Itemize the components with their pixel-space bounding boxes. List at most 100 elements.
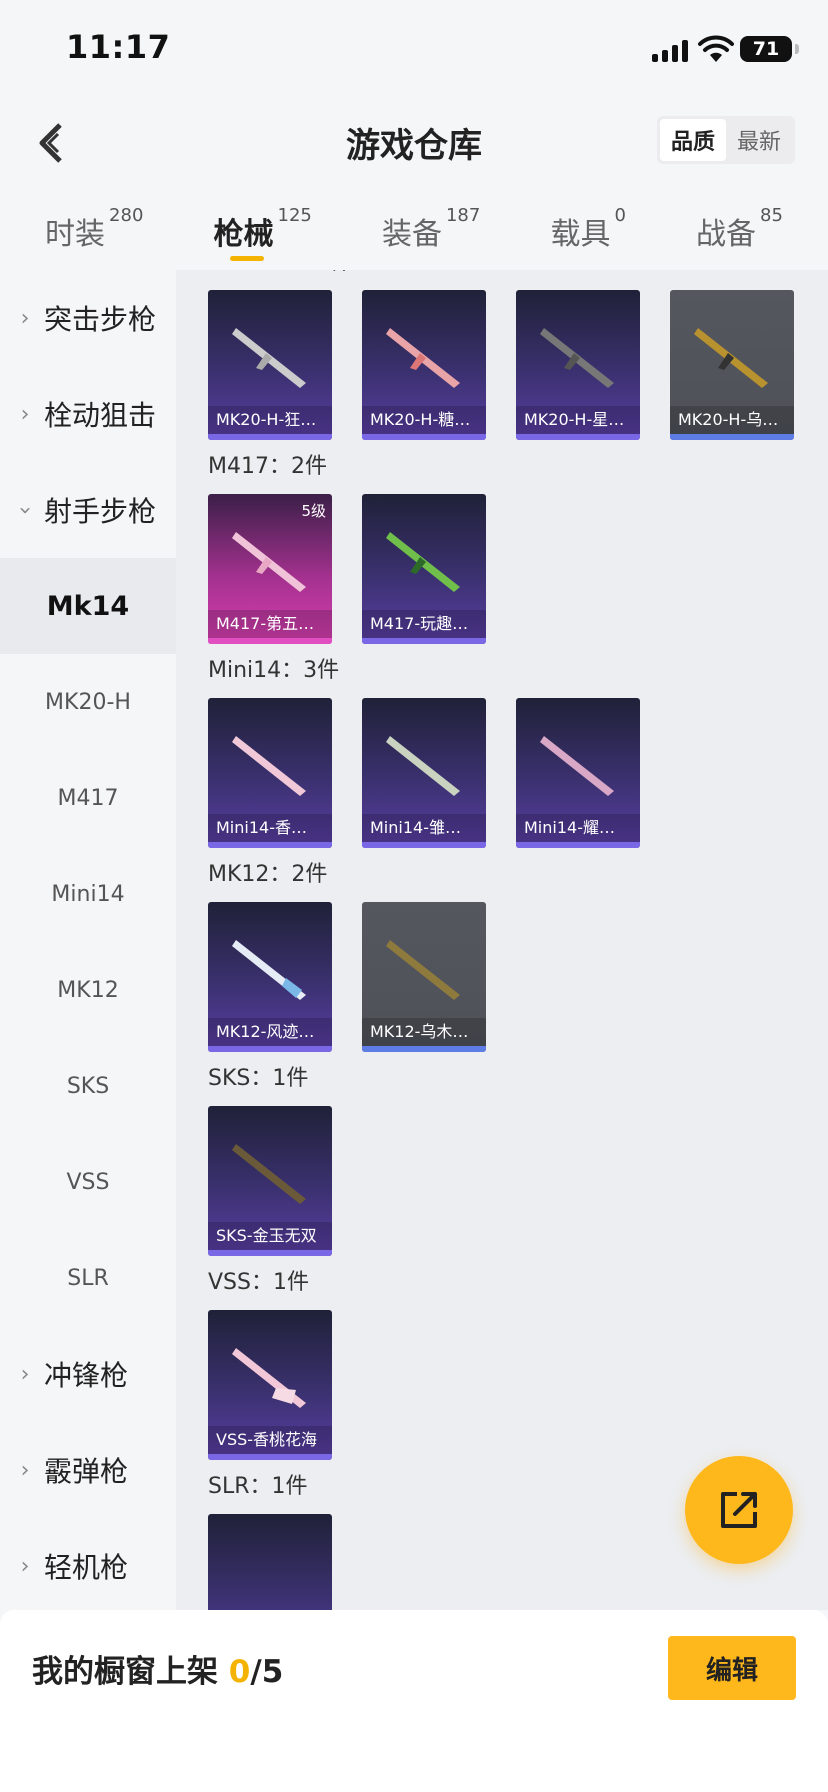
chevron-right-icon: › [20,1361,30,1387]
item-name: SKS-金玉无双 [208,1222,332,1250]
item-row: MK20-H-狂… MK20-H-糖… MK20-H-星… MK20-H-乌… [176,290,828,440]
item-card[interactable]: MK12-风迹… [208,902,332,1052]
sidebar-subitem-m417[interactable]: M417 [0,750,176,846]
quality-bar [208,1250,332,1256]
item-name: M417-第五… [208,610,332,638]
sidebar-item-label: 轻机枪 [44,1551,129,1584]
quality-bar [516,842,640,848]
tab-supplies[interactable]: 战备 85 [696,195,783,267]
item-name: MK20-H-星… [516,406,640,434]
item-name: Mini14-耀… [516,814,640,842]
item-card[interactable] [208,1514,332,1610]
nav-bar: 游戏仓库 品质 最新 [0,100,828,185]
item-card[interactable]: VSS-香桃花海 [208,1310,332,1460]
sidebar-item-label: 突击步枪 [44,303,157,336]
sidebar-item-marksman-rifle[interactable]: › 射手步枪 [0,462,176,558]
category-tabs: 时装 280 枪械 125 装备 187 载具 0 战备 85 [0,195,828,267]
item-card[interactable]: MK20-H-糖… [362,290,486,440]
sidebar-item-assault-rifle[interactable]: › 突击步枪 [0,270,176,366]
sidebar-subitem-vss[interactable]: VSS [0,1134,176,1230]
sidebar-item-label: 冲锋枪 [44,1359,129,1392]
tab-count: 125 [277,205,312,226]
item-card[interactable]: SKS-金玉无双 [208,1106,332,1256]
tab-guns[interactable]: 枪械 125 [214,195,312,267]
tab-count: 280 [109,205,144,226]
rifle-icon [386,940,460,1000]
item-card[interactable]: Mini14-香… [208,698,332,848]
tab-costume[interactable]: 时装 280 [45,195,143,267]
item-name: VSS-香桃花海 [208,1426,332,1454]
edit-button[interactable]: 编辑 [668,1636,796,1700]
sidebar-subitem-slr[interactable]: SLR [0,1230,176,1326]
rifle-icon [232,736,306,796]
status-time: 11:17 [66,28,171,66]
item-name: Mini14-香… [208,814,332,842]
status-bar: 11:17 71 [0,0,828,100]
tab-label: 战备 [696,217,757,252]
group-label: VSS：1件 [208,1270,309,1295]
sort-toggle: 品质 最新 [657,116,795,164]
item-name: M417-玩趣… [362,610,486,638]
group-label: SKS：1件 [208,1066,309,1091]
rifle-icon [232,1348,306,1408]
rifle-icon [386,532,460,592]
battery-level: 71 [752,38,780,60]
share-icon [721,1492,757,1528]
battery-icon: 71 [740,36,799,62]
chevron-right-icon: › [20,1457,30,1483]
sort-newest-button[interactable]: 最新 [726,119,792,161]
quality-bar [208,434,332,440]
rifle-icon [232,328,306,388]
sidebar-item-smg[interactable]: › 冲锋枪 [0,1326,176,1422]
item-name: MK12-乌木… [362,1018,486,1046]
rifle-icon [232,1144,306,1204]
item-list[interactable]: MK20-H：4件 MK20-H-狂… MK20-H-糖… MK20-H-星… … [176,270,828,1610]
item-card[interactable]: MK20-H-星… [516,290,640,440]
sidebar-subitem-sks[interactable]: SKS [0,1038,176,1134]
tab-count: 187 [445,205,481,226]
item-card[interactable]: M417-玩趣… [362,494,486,644]
item-card[interactable]: MK12-乌木… [362,902,486,1052]
quality-bar [670,434,794,440]
quality-bar [362,638,486,644]
sidebar-subitem-mk20h[interactable]: MK20-H [0,654,176,750]
group-label: Mini14：3件 [208,658,340,683]
shelf-count: 0 [228,1654,251,1690]
quality-bar [362,1046,486,1052]
item-row: Mini14-香… Mini14-雏… Mini14-耀… [176,698,828,848]
sidebar-subitem-mk14[interactable]: Mk14 [0,558,176,654]
tab-count: 85 [760,205,783,226]
chevron-left-icon [39,123,62,163]
item-card[interactable]: Mini14-雏… [362,698,486,848]
chevron-right-icon: › [20,1553,30,1579]
sidebar-item-bolt-sniper[interactable]: › 栓动狙击 [0,366,176,462]
rifle-icon [232,940,306,1000]
sidebar-item-lmg[interactable]: › 轻机枪 [0,1518,176,1610]
sidebar-subitem-mk12[interactable]: MK12 [0,942,176,1038]
tab-label: 时装 [45,217,106,252]
quality-bar [362,434,486,440]
sidebar: › 突击步枪 › 栓动狙击 › 射手步枪 Mk14 MK20-H M417 Mini1… [0,270,176,1610]
quality-bar [208,1046,332,1052]
tab-equipment[interactable]: 装备 187 [382,195,480,267]
sidebar-subitem-mini14[interactable]: Mini14 [0,846,176,942]
item-card[interactable]: MK20-H-乌… [670,290,794,440]
item-card[interactable]: Mini14-耀… [516,698,640,848]
item-card[interactable]: 5级 M417-第五… [208,494,332,644]
item-card[interactable]: MK20-H-狂… [208,290,332,440]
signal-icon [652,40,688,62]
tab-label: 枪械 [213,217,274,252]
quality-bar [362,842,486,848]
sort-quality-button[interactable]: 品质 [660,119,726,161]
sidebar-item-label: 栓动狙击 [44,399,157,432]
back-button[interactable] [30,118,70,168]
sidebar-item-shotgun[interactable]: › 霰弹枪 [0,1422,176,1518]
item-row: VSS-香桃花海 [176,1310,828,1460]
rifle-icon [540,736,614,796]
tab-vehicles[interactable]: 载具 0 [550,195,625,267]
tab-active-indicator [229,256,264,261]
share-fab[interactable] [685,1456,793,1564]
tab-label: 装备 [381,217,442,252]
tab-label: 载具 [550,217,611,252]
bottom-bar: 我的橱窗上架 0/5 编辑 [0,1610,828,1792]
